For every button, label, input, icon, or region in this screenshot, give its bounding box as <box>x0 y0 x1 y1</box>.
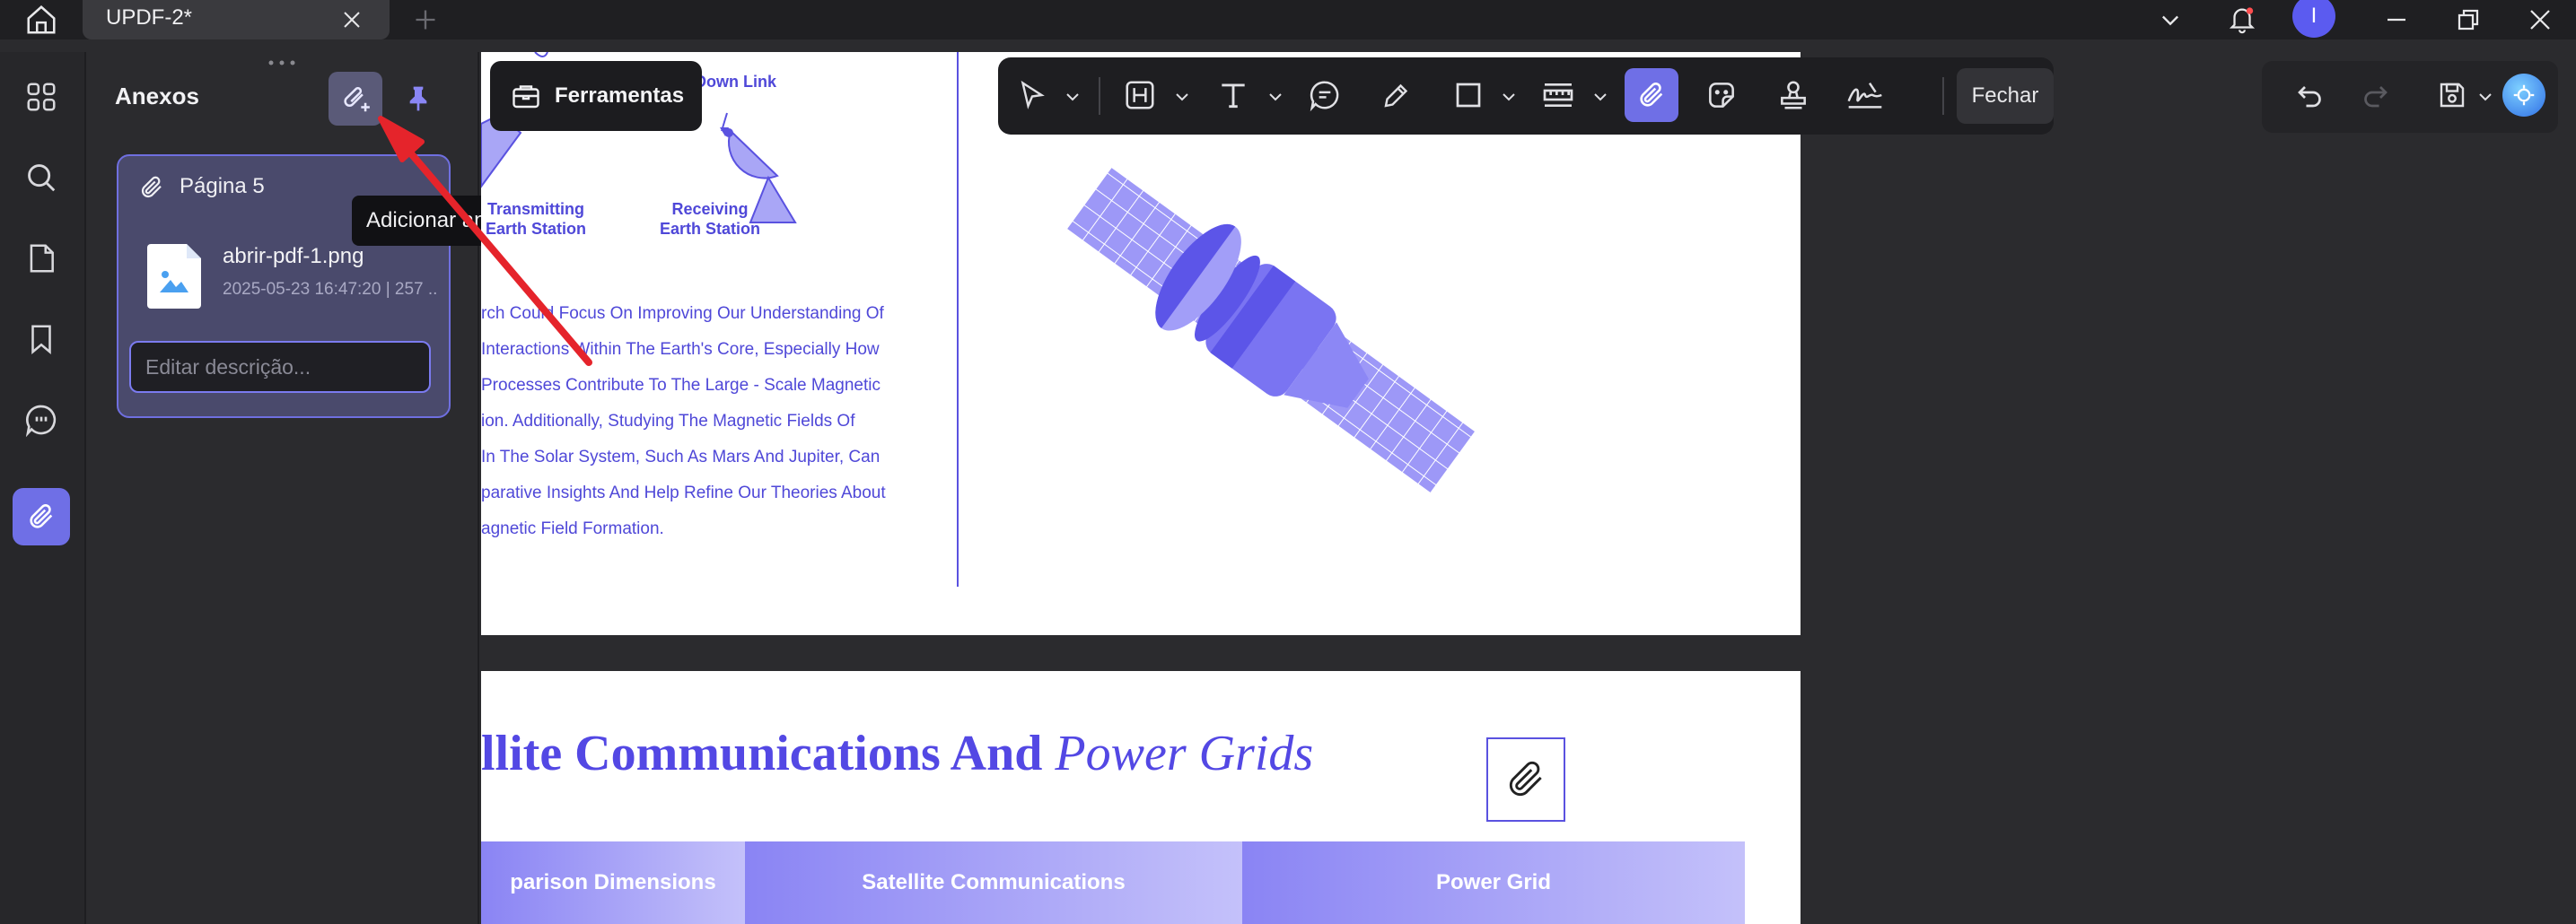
left-rail <box>0 52 86 924</box>
pencil-icon[interactable] <box>1371 70 1422 120</box>
tools-button[interactable]: Ferramentas <box>490 61 702 131</box>
redo-icon[interactable] <box>2359 79 2391 111</box>
paperclip-icon <box>1509 761 1542 797</box>
home-icon[interactable] <box>22 0 61 39</box>
ai-assistant-icon[interactable] <box>2502 74 2545 117</box>
text-tool-icon[interactable] <box>1208 70 1258 120</box>
chevron-down-icon[interactable] <box>1592 92 1608 102</box>
search-icon[interactable] <box>11 147 72 208</box>
stamp-icon[interactable] <box>1768 70 1818 120</box>
transmitting-line1: Transmitting <box>486 200 584 218</box>
drag-handle-icon[interactable] <box>266 59 298 66</box>
grid-icon[interactable] <box>11 66 72 127</box>
receiving-station-label: Receiving Earth Station <box>652 199 768 239</box>
down-link-label: Down Link <box>695 73 776 91</box>
paperclip-icon <box>30 504 53 528</box>
comment-icon[interactable] <box>1300 70 1350 120</box>
save-icon[interactable] <box>2436 79 2468 111</box>
satellite-illustration <box>1067 168 1475 493</box>
pages-icon[interactable] <box>11 228 72 289</box>
attachment-tool-button[interactable] <box>1625 68 1678 122</box>
close-window-icon[interactable] <box>2520 0 2560 39</box>
document-page: Down Link Transmitting Earth Station Rec… <box>481 52 1801 635</box>
title-bar: UPDF-2* I <box>0 0 2576 39</box>
pin-icon <box>409 86 427 111</box>
undo-icon[interactable] <box>2294 79 2326 111</box>
sticker-icon[interactable] <box>1696 70 1747 120</box>
transmitting-line2: Earth Station <box>485 220 586 238</box>
paragraph-line: rch Could Focus On Improving Our Underst… <box>481 304 884 323</box>
attachment-card[interactable]: Página 5 abrir-pdf-1.png 2025-05-23 16:4… <box>117 154 451 418</box>
restore-icon[interactable] <box>2449 0 2488 39</box>
new-tab-icon[interactable] <box>406 0 445 39</box>
paragraph-line: agnetic Field Formation. <box>481 519 664 538</box>
divider <box>1942 77 1944 115</box>
table-header-cell: parison Dimensions <box>481 841 745 924</box>
pin-button[interactable] <box>391 72 445 126</box>
add-attachment-button[interactable] <box>329 72 382 126</box>
attachment-annotation[interactable] <box>1486 737 1565 822</box>
paperclip-icon <box>138 174 165 201</box>
right-actions-bar <box>2262 61 2558 133</box>
paragraph-line: parative Insights And Help Refine Our Th… <box>481 484 886 502</box>
bookmark-icon[interactable] <box>11 309 72 370</box>
highlight-heading-icon[interactable] <box>1115 70 1165 120</box>
chevron-down-icon[interactable] <box>2477 92 2493 102</box>
receiving-line2: Earth Station <box>659 220 760 238</box>
minimize-icon[interactable] <box>2377 0 2416 39</box>
receiving-line1: Receiving <box>671 200 749 218</box>
description-input[interactable] <box>129 341 431 393</box>
chevron-down-icon[interactable] <box>1065 92 1081 102</box>
attachment-page-label: Página 5 <box>180 174 265 198</box>
paragraph-line: Processes Contribute To The Large - Scal… <box>481 376 881 395</box>
chevron-down-icon[interactable] <box>1267 92 1284 102</box>
chevron-down-icon[interactable] <box>1174 92 1190 102</box>
paragraph: rch Could Focus On Improving Our Underst… <box>481 296 903 547</box>
section-title: llite Communications And Power Grids <box>481 725 1313 782</box>
tab-title: UPDF-2* <box>106 5 193 30</box>
close-tab-icon[interactable] <box>332 0 372 39</box>
transmitting-station-label: Transmitting Earth Station <box>483 199 589 239</box>
divider <box>1099 77 1100 115</box>
annotation-toolbar: Fechar <box>998 57 2054 135</box>
section-title-bold: llite Communications And <box>481 726 1056 781</box>
signature-icon[interactable] <box>1840 70 1890 120</box>
paragraph-line: In The Solar System, Such As Mars And Ju… <box>481 448 881 466</box>
column-divider <box>957 52 959 587</box>
attachment-file-name: abrir-pdf-1.png <box>223 244 364 268</box>
paragraph-line: ion. Additionally, Studying The Magnetic… <box>481 412 855 431</box>
attachment-file-meta: 2025-05-23 16:47:20 | 257 ... <box>223 280 438 299</box>
section-title-italic: Power Grids <box>1055 726 1314 781</box>
notification-bell-icon[interactable] <box>2222 0 2262 39</box>
table-header-cell: Satellite Communications <box>745 841 1242 924</box>
chevron-down-icon[interactable] <box>2151 0 2190 39</box>
toolbox-icon <box>510 80 542 112</box>
document-tab[interactable]: UPDF-2* <box>83 0 390 39</box>
attachment-rail-button[interactable] <box>13 488 70 545</box>
image-file-icon <box>147 244 201 309</box>
panel-title: Anexos <box>115 83 199 109</box>
comments-icon[interactable] <box>11 389 72 450</box>
measure-ruler-icon[interactable] <box>1533 70 1583 120</box>
rectangle-shape-icon[interactable] <box>1443 70 1494 120</box>
paperclip-plus-icon <box>344 87 370 112</box>
select-cursor-icon[interactable] <box>1007 70 1057 120</box>
avatar[interactable]: I <box>2292 0 2335 38</box>
paperclip-icon <box>1640 83 1663 107</box>
chevron-down-icon[interactable] <box>1501 92 1517 102</box>
table-header-cell: Power Grid <box>1242 841 1745 924</box>
close-toolbar-button[interactable]: Fechar <box>1957 68 2054 124</box>
attachments-panel: Anexos Página 5 abrir-pdf-1.png 2025-05-… <box>86 52 533 924</box>
paragraph-line: Interactions Within The Earth's Core, Es… <box>481 340 880 359</box>
tools-label: Ferramentas <box>555 83 685 108</box>
